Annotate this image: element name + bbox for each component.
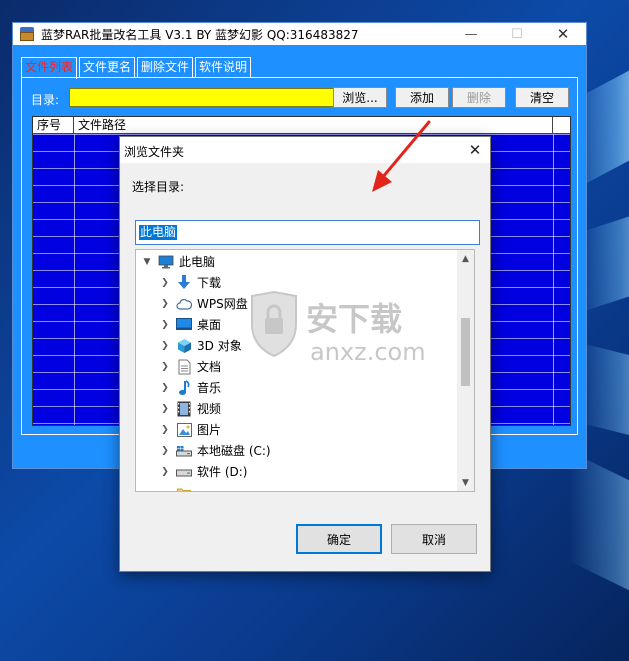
tree-item-this-pc[interactable]: ▼ 此电脑 [142, 251, 215, 272]
cloud-icon [176, 296, 192, 312]
chevron-right-icon[interactable]: ❯ [160, 341, 170, 351]
chevron-down-icon[interactable]: ▼ [142, 257, 152, 267]
scroll-down-icon[interactable]: ▼ [457, 474, 474, 491]
scroll-up-icon[interactable]: ▲ [457, 250, 474, 267]
dialog-title: 浏览文件夹 [124, 145, 185, 159]
directory-input[interactable] [69, 88, 339, 107]
tab-help[interactable]: 软件说明 [195, 57, 252, 77]
grid-divider [74, 134, 75, 425]
cube-icon [176, 338, 192, 354]
tree-item-drive-d[interactable]: ❯ 软件 (D:) [160, 461, 247, 482]
scroll-thumb[interactable] [461, 318, 470, 386]
column-header-filler [553, 117, 570, 134]
window-title: 蓝梦RAR批量改名工具 V3.1 BY 蓝梦幻影 QQ:316483827 [41, 27, 359, 42]
computer-icon [158, 254, 174, 270]
tree-item-documents[interactable]: ❯ 文档 [160, 356, 221, 377]
picture-icon [176, 422, 192, 438]
app-icon [19, 27, 35, 41]
close-button[interactable]: ✕ [540, 23, 586, 45]
tree-item-label: 桌面 [197, 318, 222, 332]
chevron-right-icon[interactable]: ❯ [160, 467, 170, 477]
video-icon [176, 401, 192, 417]
tree-scrollbar[interactable]: ▲ ▼ [457, 250, 474, 491]
tree-item-label: 下载 [197, 276, 222, 290]
grid-divider [553, 134, 554, 425]
tree-item-label: 软件 (D:) [197, 465, 248, 479]
light-beam [569, 450, 629, 600]
download-icon [176, 274, 192, 291]
drive-icon [176, 464, 192, 480]
tree-item-drive-c[interactable]: ❯ 本地磁盘 (C:) [160, 440, 271, 461]
document-icon [176, 359, 192, 375]
ok-button[interactable]: 确定 [296, 524, 382, 554]
tree-item-label: 音乐 [197, 381, 222, 395]
tree-item-partial[interactable] [160, 482, 197, 491]
chevron-right-icon[interactable]: ❯ [160, 320, 170, 330]
tree-item-label: 图片 [197, 423, 222, 437]
add-button[interactable]: 添加 [395, 87, 449, 108]
selected-folder-text: 此电脑 [139, 225, 178, 240]
grid-header: 序号 文件路径 [33, 117, 570, 134]
folder-tree[interactable]: ▼ 此电脑 ❯ 下载 ❯ WPS网盘 ❯ 桌面 ❯ 3D 对象 ❯ 文档 ❯ 音… [135, 249, 475, 492]
cancel-button[interactable]: 取消 [391, 524, 477, 554]
desktop-icon [176, 317, 192, 333]
watermark-url: anxz.com [310, 338, 426, 366]
chevron-right-icon[interactable]: ❯ [160, 446, 170, 456]
column-header-index[interactable]: 序号 [33, 117, 74, 134]
tree-item-label: 3D 对象 [197, 339, 242, 353]
tab-delete-files[interactable]: 删除文件 [137, 57, 194, 77]
minimize-button[interactable]: — [448, 23, 494, 45]
tree-item-wps-cloud[interactable]: ❯ WPS网盘 [160, 293, 248, 314]
tree-item-music[interactable]: ❯ 音乐 [160, 377, 221, 398]
dialog-prompt: 选择目录: [132, 180, 185, 194]
selected-folder-field[interactable]: 此电脑 [135, 220, 480, 245]
chevron-right-icon[interactable]: ❯ [160, 425, 170, 435]
directory-label: 目录: [31, 93, 60, 107]
tree-item-label: 文档 [197, 360, 222, 374]
tree-item-label: 此电脑 [179, 255, 216, 269]
clear-button[interactable]: 清空 [515, 87, 569, 108]
title-bar[interactable]: 蓝梦RAR批量改名工具 V3.1 BY 蓝梦幻影 QQ:316483827 — … [13, 23, 586, 45]
tree-item-pictures[interactable]: ❯ 图片 [160, 419, 221, 440]
browse-button[interactable]: 浏览... [333, 87, 387, 108]
column-header-path[interactable]: 文件路径 [74, 117, 553, 134]
chevron-right-icon[interactable]: ❯ [160, 362, 170, 372]
maximize-button[interactable]: ☐ [494, 23, 540, 45]
chevron-right-icon[interactable]: ❯ [160, 299, 170, 309]
tree-item-label: 本地磁盘 (C:) [197, 444, 271, 458]
music-icon [176, 379, 192, 396]
delete-button[interactable]: 删除 [452, 87, 506, 108]
tree-item-downloads[interactable]: ❯ 下载 [160, 272, 221, 293]
dialog-title-bar[interactable]: 浏览文件夹 ✕ [120, 137, 490, 163]
drive-c-icon [176, 443, 192, 459]
tab-rename[interactable]: 文件更名 [79, 57, 136, 77]
chevron-right-icon[interactable]: ❯ [160, 404, 170, 414]
tree-item-videos[interactable]: ❯ 视频 [160, 398, 221, 419]
chevron-right-icon[interactable]: ❯ [160, 278, 170, 288]
dialog-close-button[interactable]: ✕ [460, 137, 490, 163]
tree-item-3d-objects[interactable]: ❯ 3D 对象 [160, 335, 242, 356]
tree-item-label: 视频 [197, 402, 222, 416]
watermark-brand: 安下载 [306, 300, 402, 338]
tab-file-list[interactable]: 文件列表 [21, 57, 78, 79]
tree-item-desktop[interactable]: ❯ 桌面 [160, 314, 221, 335]
watermark: 安下载 anxz.com [238, 290, 428, 370]
tab-bar: 文件列表 文件更名 删除文件 软件说明 [21, 57, 253, 79]
chevron-right-icon[interactable]: ❯ [160, 383, 170, 393]
folder-icon [176, 485, 192, 491]
